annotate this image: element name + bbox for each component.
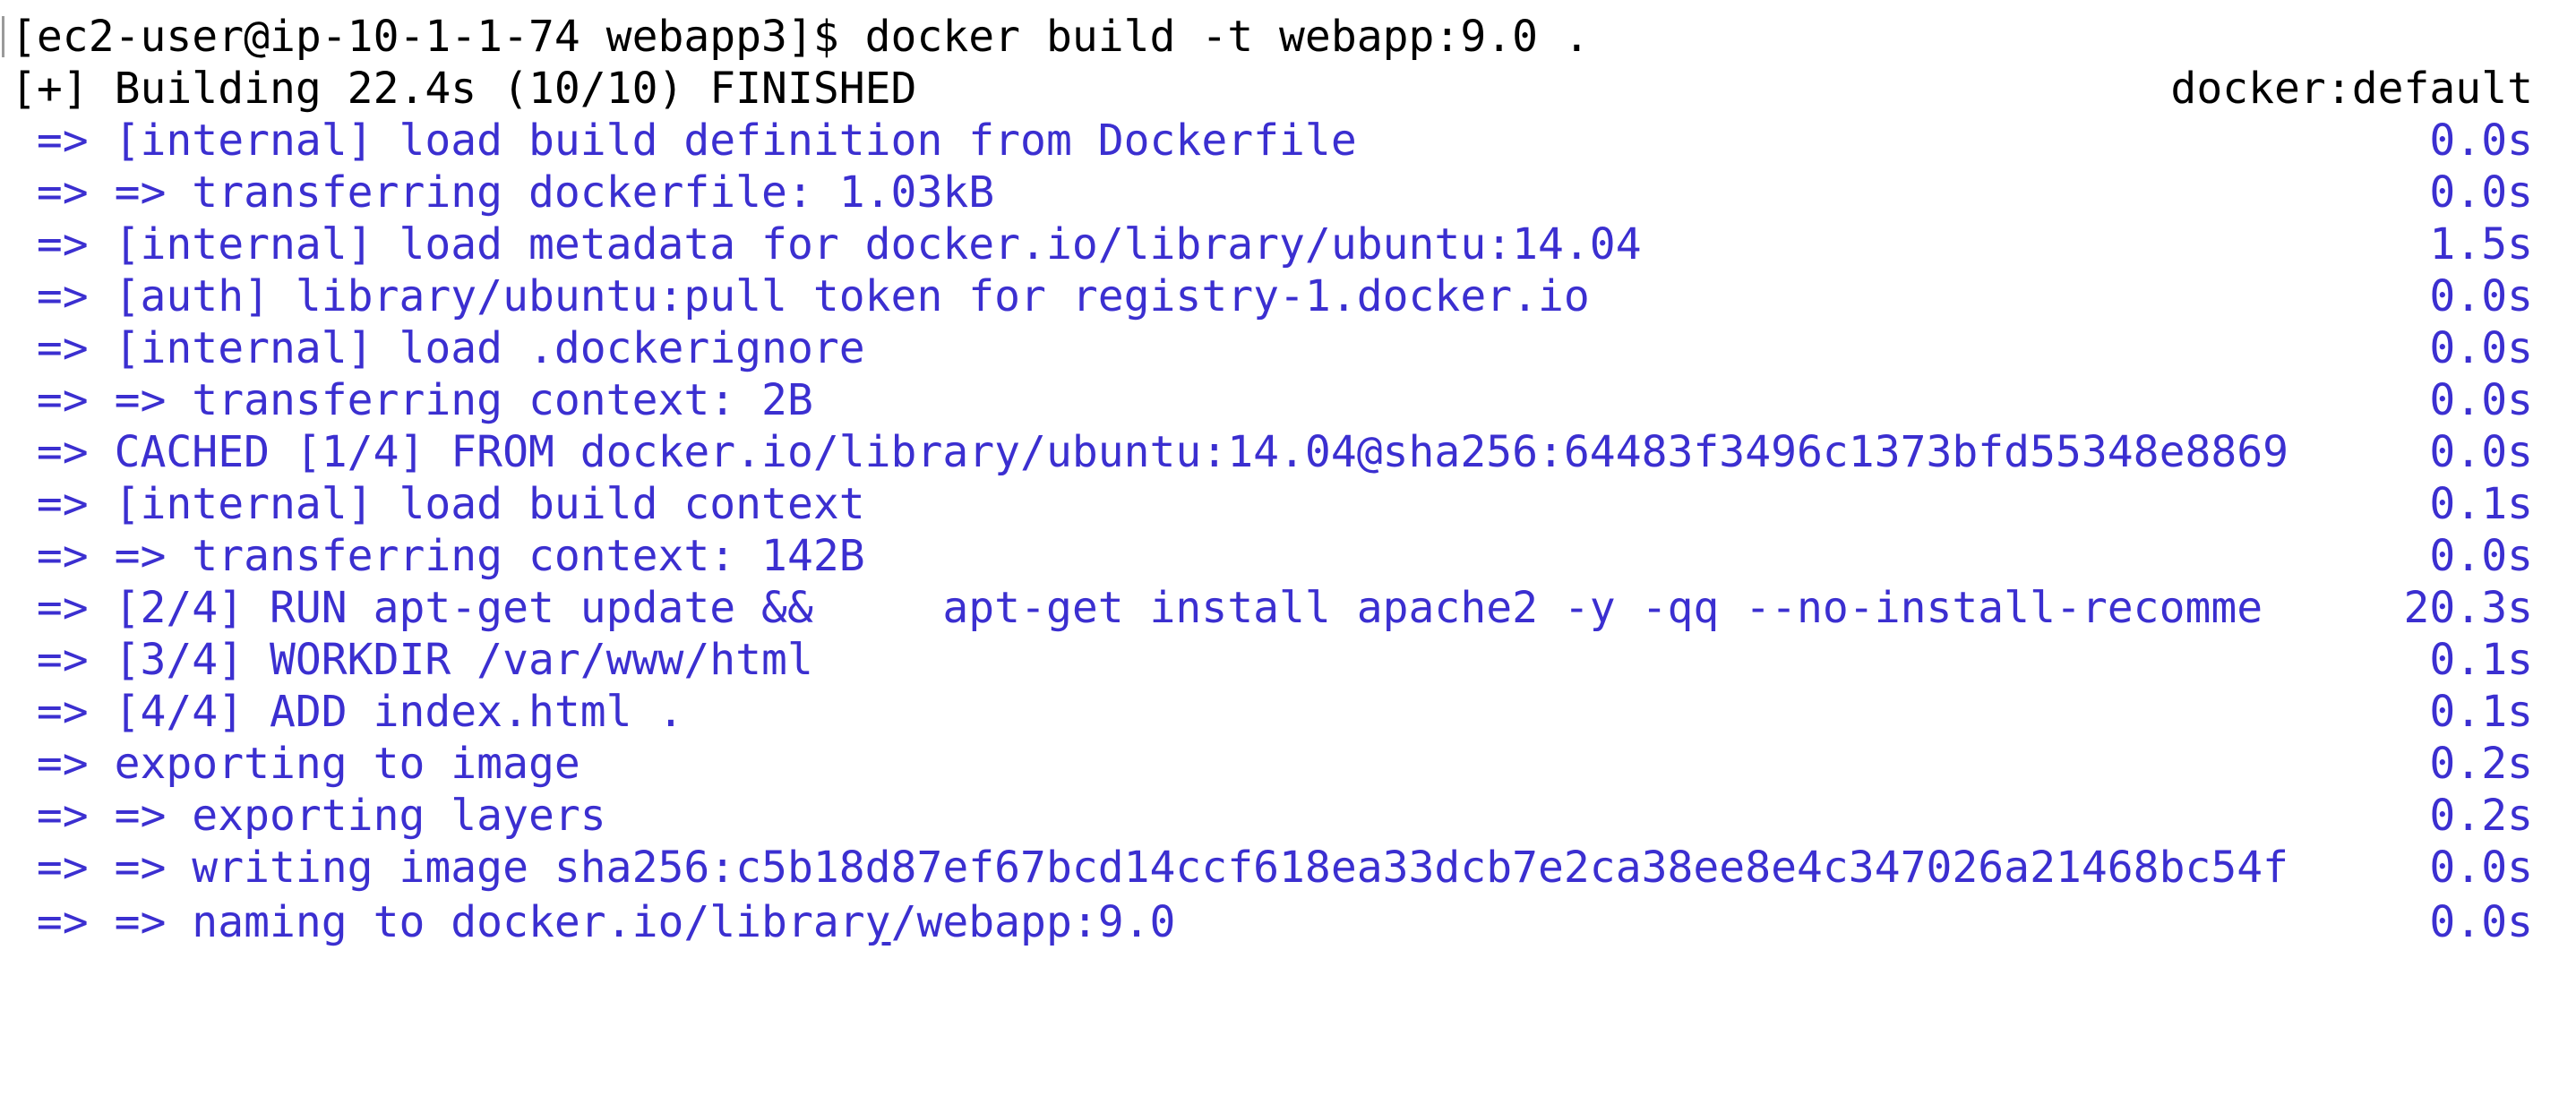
- terminal-window[interactable]: [ec2-user@ip-10-1-1-74 webapp3]$ docker …: [0, 0, 2576, 947]
- build-step-time: 0.0s: [2429, 897, 2533, 947]
- build-step-time: 0.0s: [2429, 116, 2533, 166]
- command-text: [ec2-user@ip-10-1-1-74 webapp3]$ docker …: [11, 12, 1590, 62]
- build-step-row: => => transferring dockerfile: 1.03kB 0.0…: [0, 167, 2576, 218]
- build-step-time: 0.0s: [2429, 531, 2533, 581]
- build-step-text: => => transferring dockerfile: 1.03kB: [11, 167, 995, 218]
- build-step-time: 0.0s: [2429, 427, 2533, 477]
- command-prompt-line: [ec2-user@ip-10-1-1-74 webapp3]$ docker …: [0, 11, 2576, 63]
- build-step-text: => => exporting layers: [11, 791, 606, 841]
- build-step-text: => [3/4] WORKDIR /var/www/html: [11, 635, 813, 685]
- build-step-row: => => exporting layers 0.2s: [0, 790, 2576, 842]
- build-step-row: => => writing image sha256:c5b18d87ef67b…: [0, 842, 2576, 894]
- build-step-row: => => transferring context: 2B 0.0s: [0, 374, 2576, 426]
- build-step-row: => [4/4] ADD index.html . 0.1s: [0, 686, 2576, 738]
- scroll-marker-icon: [2, 16, 4, 57]
- build-step-row: => [2/4] RUN apt-get update && apt-get i…: [0, 582, 2576, 634]
- build-step-text: => [internal] load build definition from…: [11, 116, 1357, 166]
- build-step-time: 0.2s: [2429, 739, 2533, 789]
- build-step-row: => exporting to image 0.2s: [0, 738, 2576, 790]
- build-step-text: => => writing image sha256:c5b18d87ef67b…: [11, 843, 2289, 893]
- build-step-text: => [internal] load .dockerignore: [11, 323, 865, 373]
- build-step-row: => [internal] load metadata for docker.i…: [0, 218, 2576, 270]
- build-step-time: 0.1s: [2429, 479, 2533, 529]
- build-step-row: => [internal] load build definition from…: [0, 115, 2576, 167]
- build-step-naming: => => naming to docker.io/library/webapp…: [0, 896, 2576, 948]
- build-step-text: => [internal] load build context: [11, 479, 865, 529]
- build-step-text: => => transferring context: 2B: [11, 375, 813, 425]
- build-step-time: 0.1s: [2429, 635, 2533, 685]
- build-step-time: 0.2s: [2429, 791, 2533, 841]
- build-step-row: => [3/4] WORKDIR /var/www/html 0.1s: [0, 634, 2576, 686]
- build-step-text: => [auth] library/ubuntu:pull token for …: [11, 271, 1590, 321]
- build-step-text: => => naming to docker.io/library/webapp…: [11, 897, 1176, 947]
- build-step-text: => [2/4] RUN apt-get update && apt-get i…: [11, 583, 2263, 633]
- build-status-header: [+] Building 22.4s (10/10) FINISHED dock…: [0, 63, 2576, 115]
- build-step-time: 0.1s: [2429, 687, 2533, 737]
- build-step-time: 0.0s: [2429, 323, 2533, 373]
- build-step-row: => => transferring context: 142B 0.0s: [0, 530, 2576, 582]
- build-step-time: 20.3s: [2403, 583, 2534, 633]
- build-step-row: => [auth] library/ubuntu:pull token for …: [0, 270, 2576, 322]
- build-step-time: 0.0s: [2429, 843, 2533, 893]
- build-step-time: 0.0s: [2429, 375, 2533, 425]
- build-step-text: => => transferring context: 142B: [11, 531, 865, 581]
- build-step-time: 0.0s: [2429, 271, 2533, 321]
- build-step-row: => [internal] load .dockerignore 0.0s: [0, 322, 2576, 374]
- build-step-text: => [4/4] ADD index.html .: [11, 687, 684, 737]
- build-step-time: 1.5s: [2429, 219, 2533, 270]
- build-step-time: 0.0s: [2429, 167, 2533, 218]
- build-step-text: => exporting to image: [11, 739, 580, 789]
- build-step-text: => CACHED [1/4] FROM docker.io/library/u…: [11, 427, 2289, 477]
- build-step-text: => [internal] load metadata for docker.i…: [11, 219, 1642, 270]
- build-step-row: => CACHED [1/4] FROM docker.io/library/u…: [0, 426, 2576, 478]
- build-step-row: => [internal] load build context 0.1s: [0, 478, 2576, 530]
- builder-name: docker:default: [2170, 64, 2533, 114]
- build-summary: [+] Building 22.4s (10/10) FINISHED: [11, 64, 917, 114]
